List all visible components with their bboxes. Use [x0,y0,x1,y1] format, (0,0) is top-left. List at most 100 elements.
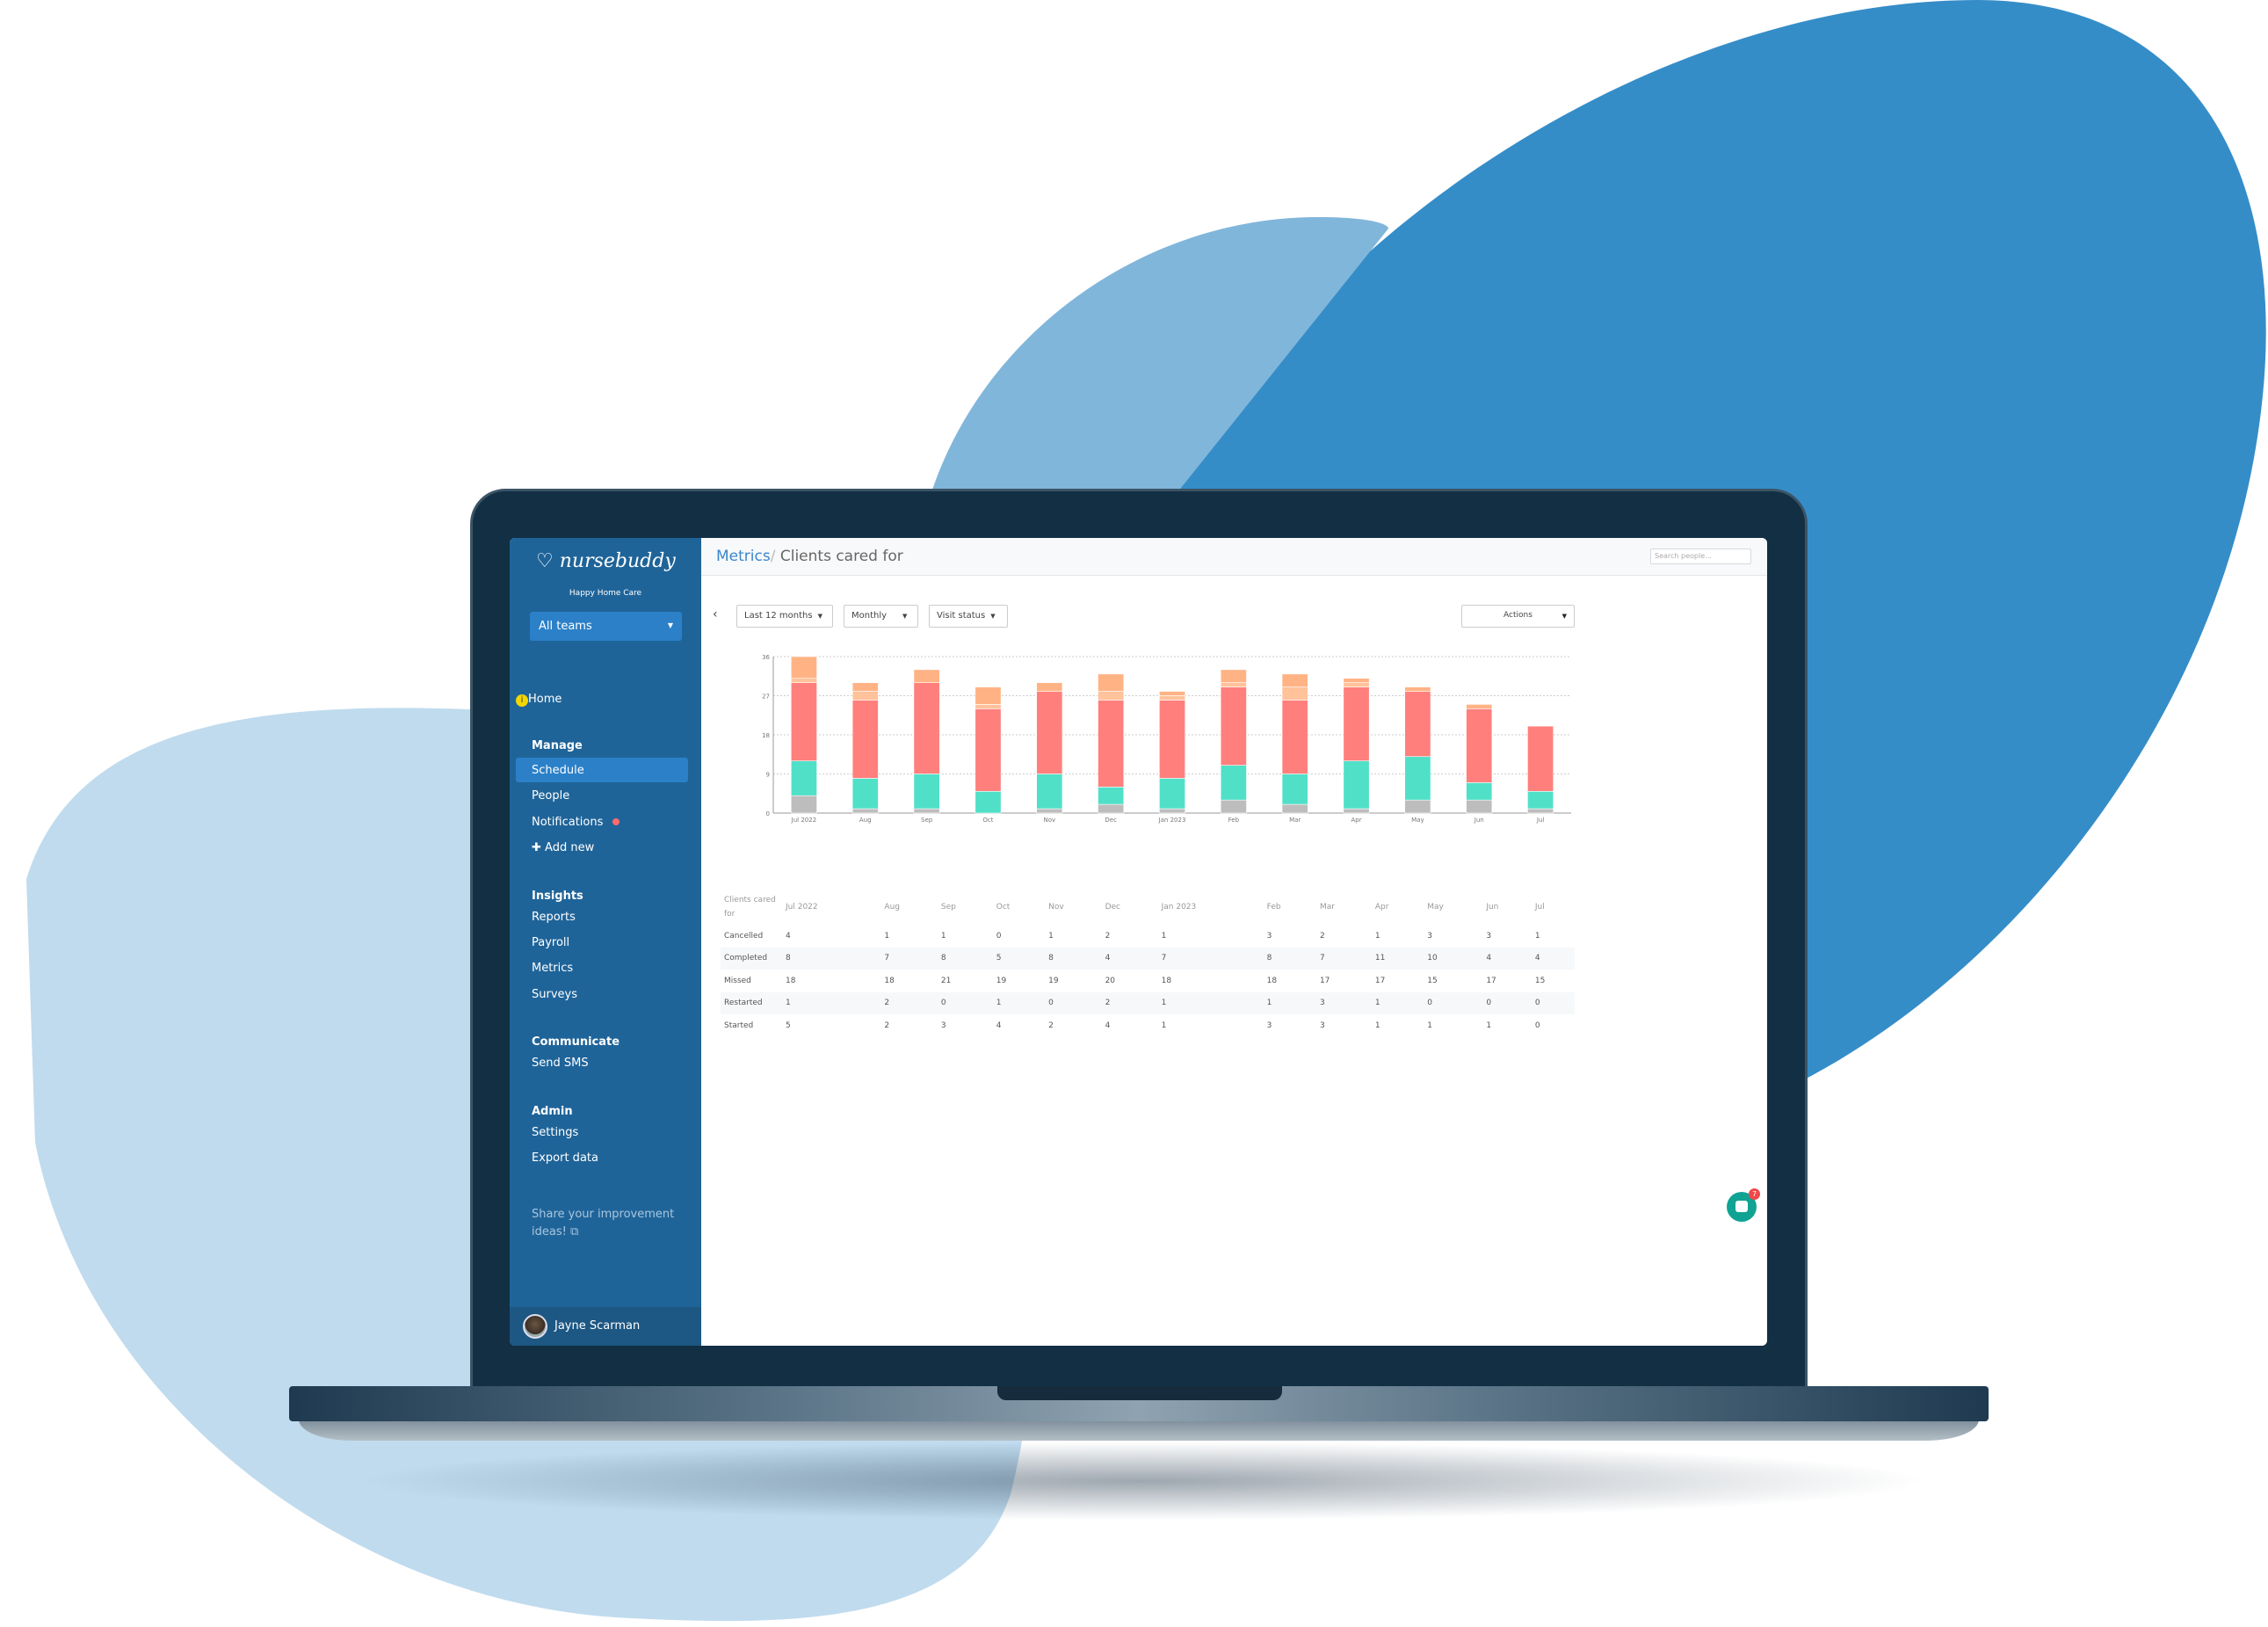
group-dropdown[interactable]: Visit status ▼ [929,605,1008,628]
table-row: Started 5 2 3 4 2 4 1 3 3 1 1 1 0 [721,1014,1575,1037]
sidebar-item-schedule[interactable]: Schedule [532,764,584,777]
bar-segment-started [1343,678,1370,683]
sidebar-item-notifications[interactable]: Notifications [532,816,620,829]
caret-down-icon: ▼ [817,613,822,620]
bar-segment-missed [1404,691,1431,758]
page-title: Clients cared for [779,548,903,565]
table-cell: 1 [1427,1021,1433,1030]
bar-segment-cancelled [1466,799,1493,814]
bar-segment-restarted [1220,682,1247,687]
bar-segment-restarted [1098,691,1125,701]
bar-segment-missed [1098,700,1125,788]
x-tick-label: Jul [1536,817,1545,824]
table-cell: 11 [1371,947,1424,970]
table-row: Completed 8 7 8 5 8 4 7 8 7 11 10 4 4 [721,947,1575,970]
bar-segment-started [851,682,879,692]
bar-segment-started [1404,686,1431,692]
column-header: Jun [1486,903,1499,912]
bar-segment-cancelled [790,795,817,814]
user-menu[interactable]: Jayne Scarman [510,1307,701,1346]
sidebar-item-home[interactable]: i Home [516,693,562,707]
table-cell: 2 [1319,931,1325,941]
brand-logo[interactable]: ♡ nursebuddy [536,550,676,572]
bar-segment-cancelled [1404,799,1431,814]
stacked-bar-chart: 0 9 18 27 36 Jul 2022 Aug Sep Oct Nov Dec Jan 2023 F… [762,654,1571,824]
table-cell: 4 [1482,947,1532,970]
table-cell: 17 [1374,976,1386,985]
section-admin: Admin [532,1105,573,1118]
table-cell: 1 [1048,931,1054,941]
table-cell: 0 [1045,991,1102,1014]
table-cell: 18 [1161,976,1172,985]
table-corner: Clients cared for [724,896,776,919]
interval-dropdown[interactable]: Monthly ▼ [844,605,918,628]
bar-segment-completed [1527,790,1554,810]
team-select[interactable]: All teams ▼ [530,612,682,641]
table-cell: 15 [1534,976,1546,985]
sidebar-item-surveys[interactable]: Surveys [532,988,577,1001]
sidebar-item-export-data[interactable]: Export data [532,1151,598,1165]
external-link-icon: ⧉ [569,1225,579,1238]
top-bar: Metrics/ Clients cared for Search people… [701,538,1767,576]
table-cell: 2 [1101,991,1158,1014]
table-cell: 2 [1048,1021,1054,1030]
bar-segment-started [1281,673,1308,687]
range-dropdown[interactable]: Last 12 months ▼ [736,605,833,628]
sidebar-item-people[interactable]: People [532,789,569,803]
section-communicate: Communicate [532,1035,620,1049]
bar-segment-cancelled [1159,808,1185,814]
bar-segment-cancelled [851,808,879,814]
table-cell: 1 [992,991,1046,1014]
bar-segment-cancelled [1343,808,1370,814]
table-cell: 0 [1424,991,1483,1014]
table-cell: 1 [1161,931,1167,941]
actions-dropdown[interactable]: Actions ▼ [1461,605,1575,628]
table-cell: 3 [1315,991,1372,1014]
plus-icon: ✚ [532,841,541,854]
x-tick-label: Jul 2022 [791,817,817,824]
bar-segment-started [790,656,817,679]
table-cell: 7 [1157,947,1264,970]
breadcrumb: Metrics/ Clients cared for [716,548,903,565]
table-cell: 0 [996,931,1002,941]
bar-segment-missed [851,700,879,779]
bar-segment-missed [1343,686,1370,761]
breadcrumb-metrics[interactable]: Metrics [716,548,771,565]
column-header: May [1427,903,1444,912]
search-input[interactable]: Search people... [1650,548,1751,564]
bar-segment-completed [1343,760,1370,810]
bar-segment-started [975,686,1002,705]
laptop-notch [997,1386,1282,1400]
bar-segment-completed [790,760,817,796]
table-cell: 1 [1486,1021,1492,1030]
sidebar-item-metrics[interactable]: Metrics [532,962,573,975]
org-name: Happy Home Care [569,589,642,598]
bar-segment-cancelled [1098,803,1125,814]
row-label: Started [724,1021,754,1030]
bar-segment-restarted [1159,695,1185,701]
sidebar-item-reports[interactable]: Reports [532,911,576,924]
bar-segment-restarted [975,704,1002,709]
x-tick-label: Feb [1228,817,1240,824]
column-header: Feb [1266,903,1281,912]
bar-segment-completed [1281,774,1308,805]
sidebar-item-payroll[interactable]: Payroll [532,936,569,949]
sidebar-item-send-sms[interactable]: Send SMS [532,1057,589,1070]
bar-segment-restarted [1343,682,1370,687]
bar-segment-completed [1036,774,1063,810]
back-button[interactable]: ‹ [710,605,721,628]
breadcrumb-separator: / [770,548,776,565]
bar-segment-started [1159,691,1185,696]
table-cell: 1 [1371,991,1424,1014]
share-ideas-link[interactable]: Share your improvement ideas! ⧉ [532,1206,681,1241]
table-cell: 10 [1424,947,1483,970]
table-cell: 18 [1266,976,1278,985]
column-header: Sep [940,903,956,912]
sidebar-item-settings[interactable]: Settings [532,1126,578,1139]
sidebar-item-add-new[interactable]: ✚ Add new [532,841,594,854]
column-header: Nov [1048,903,1064,912]
table-cell: 0 [1531,991,1575,1014]
table-cell: 1 [1374,931,1380,941]
share-label: Share your improvement ideas! [532,1208,675,1238]
table-cell: 20 [1105,976,1116,985]
